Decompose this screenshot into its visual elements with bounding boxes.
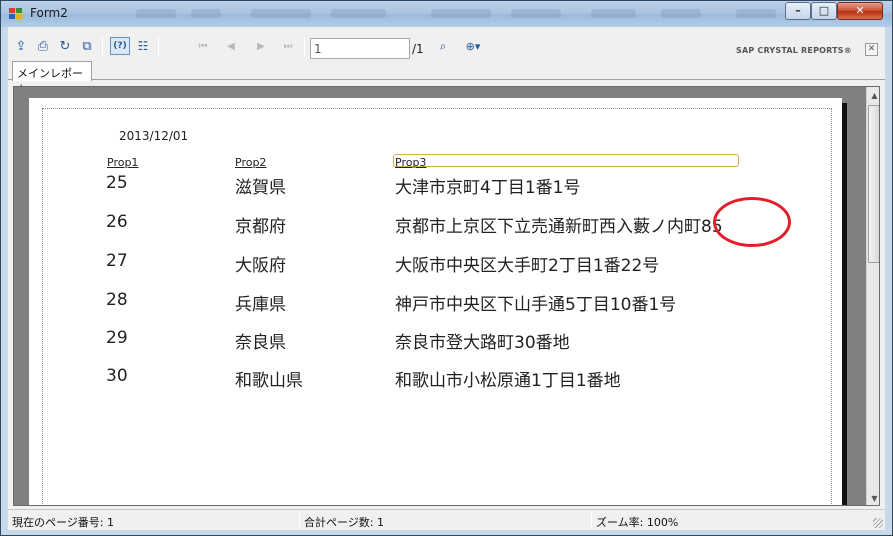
highlight-ellipse <box>713 197 791 247</box>
first-page-icon[interactable]: ⏮ <box>194 37 212 55</box>
report-toolbar: ⇪ ⎙ ↻ ⧉ (?) ☷ ⏮ ◀ ▶ ⏭ /1 ⌕ ⊕▾ SAP CRYSTA… <box>8 31 885 59</box>
page-number-input[interactable] <box>310 38 410 59</box>
toolbar-separator <box>304 37 305 57</box>
print-icon[interactable]: ⎙ <box>34 37 52 55</box>
cell-prop1: 30 <box>106 366 128 386</box>
cell-prop1: 26 <box>106 212 128 232</box>
brand-label: SAP CRYSTAL REPORTS® <box>736 46 852 55</box>
cell-prop2: 兵庫県 <box>235 295 286 315</box>
report-page: 2013/12/01 Prop1 Prop2 Prop3 25 滋賀県 大津市京… <box>29 98 842 505</box>
toolbar-separator <box>158 37 159 57</box>
status-current-page: 現在のページ番号: 1 <box>12 516 114 529</box>
previous-page-icon[interactable]: ◀ <box>222 37 240 55</box>
prop3-clip: 京都市上京区下立売通新町西入藪ノ内町85 <box>395 212 747 236</box>
report-date: 2013/12/01 <box>119 129 189 143</box>
close-button[interactable]: ✕ <box>837 2 883 20</box>
blurred-text <box>511 9 561 18</box>
selected-field-box <box>393 154 739 167</box>
status-separator <box>591 512 592 529</box>
window-title: Form2 <box>30 6 68 20</box>
cell-prop1: 28 <box>106 290 128 310</box>
status-bar: 現在のページ番号: 1 合計ページ数: 1 ズーム率: 100% <box>8 509 885 530</box>
cell-prop1: 27 <box>106 251 128 271</box>
cell-prop3: 京都市上京区下立売通新町西入藪ノ内町85 <box>395 217 723 236</box>
client-area: ⇪ ⎙ ↻ ⧉ (?) ☷ ⏮ ◀ ▶ ⏭ /1 ⌕ ⊕▾ SAP CRYSTA… <box>8 27 885 530</box>
blurred-text <box>431 9 491 18</box>
refresh-icon[interactable]: ↻ <box>56 37 74 55</box>
find-icon[interactable]: ⌕ <box>434 37 452 55</box>
cell-prop3: 大津市京町4丁目1番1号 <box>395 178 581 198</box>
cell-prop2: 和歌山県 <box>235 371 303 391</box>
blurred-text <box>251 9 311 18</box>
column-header-prop2: Prop2 <box>235 156 267 169</box>
export-icon[interactable]: ⇪ <box>12 37 30 55</box>
cell-prop2: 滋賀県 <box>235 178 286 198</box>
column-header-prop1: Prop1 <box>107 156 139 169</box>
cell-prop3: 和歌山市小松原通1丁目1番地 <box>395 371 621 391</box>
blurred-text <box>661 9 701 18</box>
page-total: /1 <box>412 42 424 56</box>
report-viewer: 2013/12/01 Prop1 Prop2 Prop3 25 滋賀県 大津市京… <box>13 86 880 506</box>
minimize-icon: – <box>795 4 801 17</box>
title-bar[interactable]: Form2 – □ ✕ <box>1 1 892 27</box>
status-total-pages: 合計ページ数: 1 <box>304 516 384 529</box>
report-tabs: メインレポート <box>8 60 885 96</box>
column-header-prop3: Prop3 <box>395 156 427 169</box>
scroll-up-icon[interactable]: ▲ <box>867 87 879 104</box>
blurred-text <box>331 9 386 18</box>
minimize-button[interactable]: – <box>785 2 811 20</box>
page-shadow <box>842 103 847 505</box>
cell-prop1: 25 <box>106 173 128 193</box>
app-icon <box>9 8 23 20</box>
scroll-thumb[interactable] <box>868 105 879 263</box>
cell-prop2: 京都府 <box>235 217 286 237</box>
blurred-text <box>591 9 636 18</box>
status-zoom: ズーム率: 100% <box>596 516 679 529</box>
application-window: Form2 – □ ✕ ⇪ ⎙ ↻ ⧉ (?) ☷ ⏮ ◀ ▶ ⏭ /1 <box>0 0 893 536</box>
last-page-icon[interactable]: ⏭ <box>279 37 297 55</box>
maximize-icon: □ <box>818 4 830 17</box>
tab-main-report[interactable]: メインレポート <box>12 61 92 96</box>
zoom-icon[interactable]: ⊕▾ <box>460 37 486 55</box>
resize-grip-icon[interactable] <box>873 518 883 528</box>
help-icon[interactable]: (?) <box>110 37 130 55</box>
cell-prop2: 大阪府 <box>235 256 286 276</box>
blurred-text <box>191 9 221 18</box>
cell-prop3: 神戸市中央区下山手通5丁目10番1号 <box>395 295 677 315</box>
maximize-button[interactable]: □ <box>811 2 837 20</box>
blurred-text <box>736 9 776 18</box>
status-separator <box>299 512 300 529</box>
scroll-down-icon[interactable]: ▼ <box>867 490 879 505</box>
close-icon: ✕ <box>855 4 865 17</box>
copy-icon[interactable]: ⧉ <box>78 37 96 55</box>
close-panel-button[interactable]: ✕ <box>865 43 878 56</box>
toolbar-separator <box>102 37 103 57</box>
cell-prop2: 奈良県 <box>235 333 286 353</box>
next-page-icon[interactable]: ▶ <box>252 37 270 55</box>
group-tree-icon[interactable]: ☷ <box>134 37 152 55</box>
vertical-scrollbar[interactable]: ▲ ▼ <box>866 87 879 505</box>
blurred-text <box>136 9 176 18</box>
cell-prop3: 大阪市中央区大手町2丁目1番22号 <box>395 256 660 276</box>
cell-prop3: 奈良市登大路町30番地 <box>395 333 570 353</box>
cell-prop1: 29 <box>106 328 128 348</box>
